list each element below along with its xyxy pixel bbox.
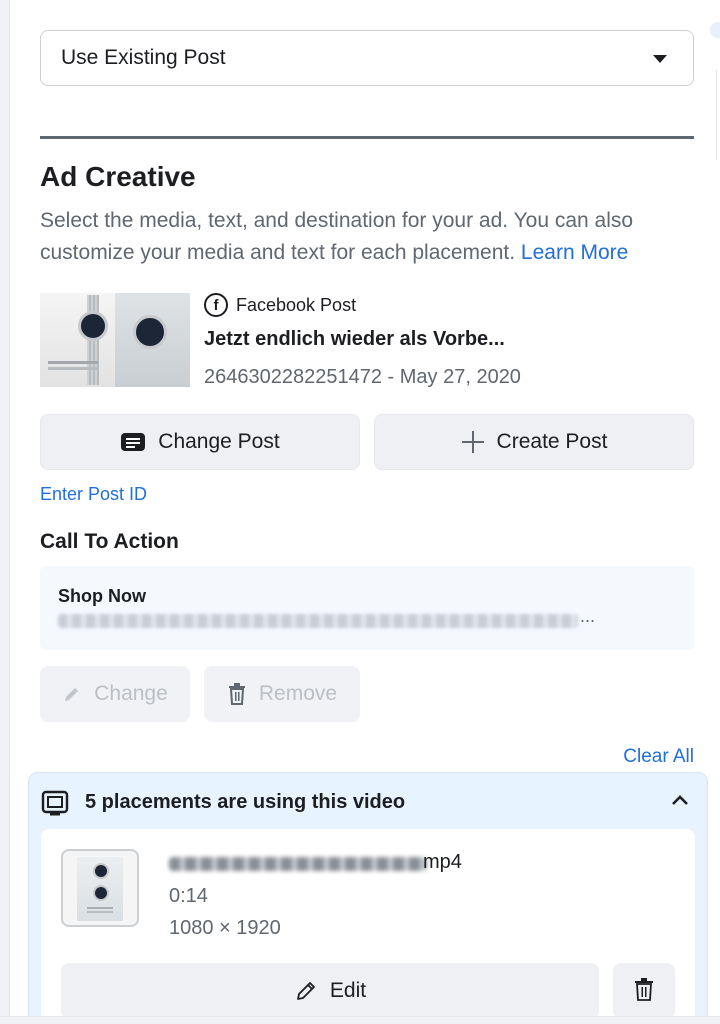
- cta-change-button[interactable]: Change: [40, 666, 190, 722]
- ad-creative-description: Select the media, text, and destination …: [40, 205, 700, 269]
- video-dimensions: 1080 × 1920: [169, 917, 281, 939]
- call-to-action-preview: Shop Now ...: [40, 566, 694, 650]
- post-thumbnail: [40, 293, 190, 387]
- edge-line: [716, 70, 717, 160]
- post-title: Jetzt endlich wieder als Vorbe...: [204, 328, 505, 350]
- placements-panel: 5 placements are using this video mp4 0:…: [28, 772, 708, 1024]
- trash-icon: [633, 977, 655, 1006]
- change-post-label: Change Post: [158, 430, 280, 453]
- bottom-scroll-bar: [0, 1016, 720, 1024]
- post-source-select[interactable]: Use Existing Post: [40, 30, 694, 86]
- post-meta: 2646302282251472 - May 27, 2020: [204, 366, 521, 388]
- video-asset-card: mp4 0:14 1080 × 1920 Edit: [41, 829, 695, 1024]
- delete-video-button[interactable]: [613, 963, 675, 1019]
- enter-post-id-link[interactable]: Enter Post ID: [40, 484, 147, 505]
- placements-header: 5 placements are using this video: [85, 791, 406, 813]
- call-to-action-title: Call To Action: [40, 530, 179, 553]
- post-card-icon: [120, 432, 146, 452]
- change-post-button[interactable]: Change Post: [40, 414, 360, 470]
- pencil-icon: [62, 684, 82, 704]
- cta-label: Shop Now: [58, 586, 146, 606]
- thumbnail-left: [40, 293, 115, 387]
- create-post-button[interactable]: Create Post: [374, 414, 694, 470]
- section-divider: [40, 136, 694, 139]
- placement-monitor-icon: [41, 789, 69, 822]
- plus-icon: [461, 430, 485, 454]
- learn-more-link[interactable]: Learn More: [521, 241, 628, 264]
- left-scroll-rail: [0, 0, 10, 1024]
- watch-face: [93, 863, 109, 879]
- video-thumbnail: [61, 849, 139, 927]
- thumbnail-caption: [48, 361, 98, 364]
- video-filename-blurred: [169, 857, 427, 871]
- cta-url-ellipsis: ...: [580, 606, 596, 626]
- video-file-extension: mp4: [423, 851, 462, 873]
- trash-icon: [227, 683, 247, 705]
- pencil-icon: [294, 979, 318, 1003]
- post-source-selected: Use Existing Post: [61, 46, 226, 69]
- caret-down-icon: [653, 55, 667, 63]
- watch-face: [78, 311, 108, 341]
- thumbnail-caption: [87, 907, 113, 909]
- cta-remove-label: Remove: [258, 682, 338, 705]
- video-duration: 0:14: [169, 885, 208, 907]
- ad-creative-title: Ad Creative: [40, 161, 196, 192]
- facebook-icon: f: [204, 293, 228, 317]
- thumbnail-right: [115, 293, 190, 387]
- cta-change-label: Change: [94, 682, 168, 705]
- cta-url-blurred: [58, 614, 578, 628]
- watch-face: [133, 315, 167, 349]
- post-source-label: f Facebook Post: [204, 293, 356, 317]
- edit-video-button[interactable]: Edit: [61, 963, 599, 1019]
- clear-all-link[interactable]: Clear All: [623, 746, 694, 768]
- right-rail: [710, 0, 720, 1024]
- edge-indicator: [710, 22, 720, 38]
- create-post-label: Create Post: [496, 430, 608, 453]
- post-source-text: Facebook Post: [236, 294, 357, 315]
- chevron-up-icon[interactable]: [671, 793, 689, 811]
- edit-video-label: Edit: [329, 979, 367, 1002]
- video-thumbnail-image: [77, 857, 123, 921]
- cta-remove-button[interactable]: Remove: [204, 666, 360, 722]
- watch-face: [93, 885, 109, 901]
